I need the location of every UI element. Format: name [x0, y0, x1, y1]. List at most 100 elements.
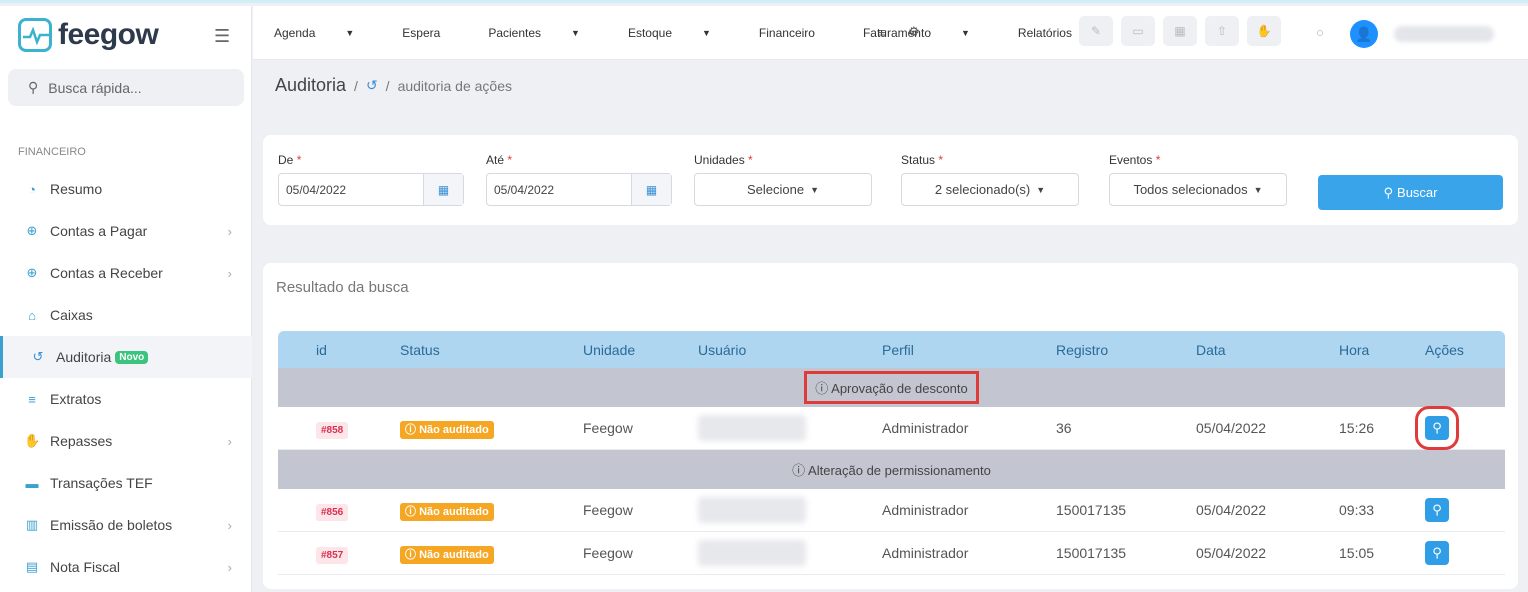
- search-button[interactable]: ⚲ Buscar: [1318, 175, 1503, 210]
- sidebar-item-nota-fiscal[interactable]: ▤ Nota Fiscal ›: [0, 546, 252, 588]
- column-header: id: [316, 341, 327, 358]
- registro-cell: 150017135: [1056, 502, 1127, 518]
- info-icon: ⓘ: [792, 463, 806, 478]
- handshake-icon[interactable]: ✋: [1247, 16, 1281, 46]
- required-mark: *: [507, 153, 513, 167]
- calendar-icon[interactable]: ▦: [1163, 16, 1197, 46]
- search-icon: ⚲: [1432, 502, 1442, 517]
- top-menu-espera[interactable]: Espera: [402, 26, 464, 40]
- field-eventos: Eventos * Todos selecionados ▼: [1109, 153, 1287, 206]
- inbox-icon: ⌂: [28, 307, 36, 323]
- sidebar-item-repasses[interactable]: ✋ Repasses ›: [0, 420, 252, 462]
- user-blurred: [698, 415, 806, 441]
- hamburger-menu-icon[interactable]: ☰: [214, 26, 230, 47]
- sidebar-item-contas-a-receber[interactable]: ⊕ Contas a Receber ›: [0, 252, 252, 294]
- upload-icon[interactable]: ⇧: [1205, 16, 1239, 46]
- gear-icon[interactable]: ⚙: [908, 24, 920, 40]
- sidebar-item-auditoria[interactable]: ↺ Auditoria Novo: [0, 336, 252, 378]
- search-icon: ⚲: [28, 79, 39, 95]
- eventos-value: Todos selecionados: [1133, 182, 1248, 197]
- file-icon: ▤: [25, 559, 39, 574]
- top-menu-label: Faturamento: [862, 26, 931, 40]
- user-name-blurred[interactable]: [1394, 26, 1494, 42]
- calendar-icon[interactable]: ▦: [631, 174, 671, 205]
- quick-icons: ✎ ▭ ▦ ⇧ ✋: [1079, 16, 1281, 46]
- top-menu-estoque[interactable]: Estoque ▼: [628, 26, 735, 40]
- field-ate: Até * 05/04/2022 ▦: [486, 153, 672, 206]
- status-text: Não auditado: [419, 548, 489, 561]
- field-unidades: Unidades * Selecione ▼: [694, 153, 872, 206]
- sidebar-item-transa-es-tef[interactable]: ▬ Transações TEF: [0, 462, 252, 504]
- sidebar-item-label: Transações TEF: [50, 475, 153, 491]
- top-menu-financeiro[interactable]: Financeiro: [759, 26, 839, 40]
- record-id[interactable]: #857: [316, 547, 349, 564]
- top-bar: Agenda ▼ Espera Pacientes ▼ Estoque ▼ Financeir…: [253, 6, 1528, 60]
- perfil-cell: Administrador: [882, 545, 969, 561]
- date-from-input[interactable]: 05/04/2022 ▦: [278, 173, 464, 206]
- group-row: ⓘ Alteração de permissionamento: [278, 450, 1505, 489]
- sidebar-item-label: Auditoria: [56, 349, 112, 365]
- eventos-select[interactable]: Todos selecionados ▼: [1109, 173, 1287, 206]
- unidades-label: Unidades: [694, 153, 745, 167]
- arrow-down-circle-icon: ⊕: [26, 265, 38, 280]
- group-title: Aprovação de desconto: [831, 381, 968, 396]
- unidade-cell: Feegow: [583, 420, 633, 436]
- top-menu-agenda[interactable]: Agenda ▼: [274, 26, 378, 40]
- search-placeholder: Busca rápida...: [48, 79, 142, 96]
- table-row: #856 ⓘ Não auditado Feegow Administrador…: [278, 489, 1505, 532]
- sidebar: feegow ☰ ⚲ Busca rápida... FINANCEIRO ◔ …: [0, 6, 252, 592]
- group-title: Alteração de permissionamento: [808, 463, 991, 478]
- registro-cell: 150017135: [1056, 545, 1127, 561]
- view-details-button[interactable]: ⚲: [1415, 406, 1459, 450]
- top-menu-label: Relatórios: [1017, 26, 1072, 40]
- sidebar-item-emiss-o-de-boletos[interactable]: ▥ Emissão de boletos ›: [0, 504, 252, 546]
- status-select[interactable]: 2 selecionado(s) ▼: [901, 173, 1079, 206]
- view-details-button[interactable]: ⚲: [1425, 498, 1449, 522]
- data-cell: 05/04/2022: [1196, 545, 1267, 561]
- chat-icon[interactable]: ▭: [1121, 16, 1155, 46]
- sidebar-item-caixas[interactable]: ⌂ Caixas: [0, 294, 252, 336]
- sidebar-item-contas-a-pagar[interactable]: ⊕ Contas a Pagar ›: [0, 210, 252, 252]
- quick-search-input[interactable]: ⚲ Busca rápida...: [8, 69, 244, 106]
- results-panel: Resultado da busca id Status Unidade Usuári…: [263, 263, 1518, 589]
- database-icon[interactable]: ≡: [878, 25, 886, 40]
- calendar-icon[interactable]: ▦: [423, 174, 463, 205]
- record-id[interactable]: #856: [316, 504, 349, 521]
- perfil-cell: Administrador: [882, 420, 969, 436]
- sidebar-item-extratos[interactable]: ≡ Extratos: [0, 378, 252, 420]
- sidebar-item-label: Emissão de boletos: [50, 517, 173, 533]
- date-to-input[interactable]: 05/04/2022 ▦: [486, 173, 672, 206]
- search-icon: ⚲: [1383, 184, 1394, 200]
- sidebar-item-label: Contas a Receber: [50, 265, 163, 281]
- syringe-icon[interactable]: ✎: [1079, 16, 1113, 46]
- data-cell: 05/04/2022: [1196, 420, 1267, 436]
- sidebar-item-resumo[interactable]: ◔ Resumo: [0, 168, 252, 210]
- hora-cell: 15:05: [1339, 545, 1375, 561]
- group-label: ⓘ Alteração de permissionamento: [792, 460, 991, 479]
- required-mark: *: [296, 153, 302, 167]
- field-de: De * 05/04/2022 ▦: [278, 153, 464, 206]
- filter-panel: De * 05/04/2022 ▦ Até * 05/04/2022 ▦ Uni…: [263, 135, 1518, 225]
- caret-down-icon: ▼: [571, 28, 580, 38]
- chevron-right-icon: ›: [227, 265, 232, 281]
- user-avatar-icon[interactable]: 👤: [1350, 20, 1378, 48]
- top-menu-pacientes[interactable]: Pacientes ▼: [488, 26, 604, 40]
- record-id[interactable]: #858: [316, 422, 349, 439]
- status-text: Não auditado: [419, 505, 489, 518]
- sidebar-item-label: Nota Fiscal: [50, 559, 121, 575]
- logo[interactable]: feegow: [18, 18, 159, 52]
- column-header: Hora: [1339, 341, 1370, 358]
- top-menu-label: Agenda: [274, 26, 316, 40]
- unidade-cell: Feegow: [583, 502, 633, 518]
- perfil-cell: Administrador: [882, 502, 969, 518]
- caret-down-icon: ▼: [702, 28, 711, 38]
- view-details-button[interactable]: ⚲: [1425, 541, 1449, 565]
- sidebar-item-label: Resumo: [50, 181, 103, 197]
- search-button-label: Buscar: [1397, 185, 1438, 200]
- column-header: Perfil: [882, 341, 914, 358]
- info-icon: ⓘ: [815, 381, 829, 396]
- unidades-select[interactable]: Selecione ▼: [694, 173, 872, 206]
- chevron-right-icon: ›: [227, 223, 232, 239]
- user-blurred: [698, 540, 806, 566]
- column-header: Usuário: [698, 341, 747, 358]
